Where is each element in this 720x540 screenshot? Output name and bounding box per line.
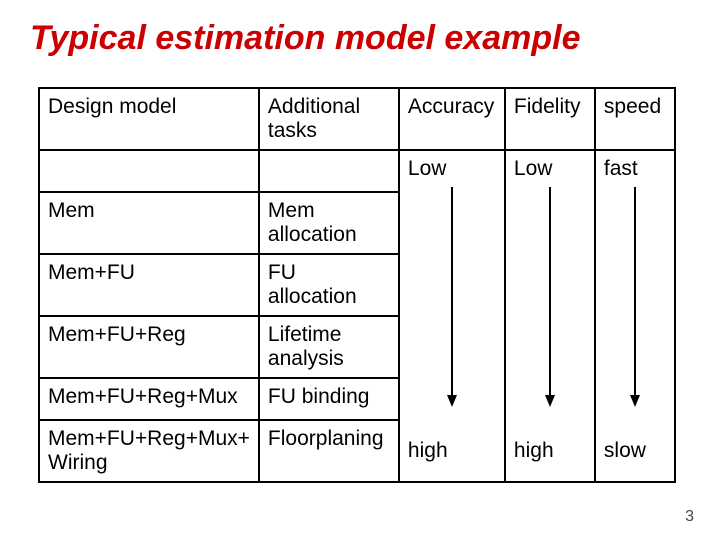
cell-task: FU allocation: [259, 254, 399, 316]
cell-model: [39, 150, 259, 192]
arrow-down-icon: [628, 187, 642, 407]
fidelity-bottom-label: high: [514, 439, 554, 463]
cell-task: Floorplaning: [259, 420, 399, 482]
accuracy-bottom-label: high: [408, 439, 448, 463]
cell-task: [259, 150, 399, 192]
table-row: Low high Low high fast: [39, 150, 675, 192]
header-design-model: Design model: [39, 88, 259, 150]
cell-task: Mem allocation: [259, 192, 399, 254]
table-header-row: Design model Additional tasks Accuracy F…: [39, 88, 675, 150]
cell-model: Mem+FU+Reg: [39, 316, 259, 378]
header-fidelity: Fidelity: [505, 88, 595, 150]
slide-title: Typical estimation model example: [30, 20, 690, 57]
cell-model: Mem+FU+Reg+Mux: [39, 378, 259, 420]
speed-scale-cell: fast slow: [595, 150, 675, 482]
cell-model: Mem: [39, 192, 259, 254]
cell-model: Mem+FU+Reg+Mux+ Wiring: [39, 420, 259, 482]
arrow-down-icon: [543, 187, 557, 407]
accuracy-scale-cell: Low high: [399, 150, 505, 482]
table-container: Design model Additional tasks Accuracy F…: [38, 87, 690, 483]
header-speed: speed: [595, 88, 675, 150]
fidelity-scale-cell: Low high: [505, 150, 595, 482]
header-accuracy: Accuracy: [399, 88, 505, 150]
estimation-table: Design model Additional tasks Accuracy F…: [38, 87, 676, 483]
speed-bottom-label: slow: [604, 439, 646, 463]
accuracy-top-label: Low: [408, 157, 447, 181]
cell-model: Mem+FU: [39, 254, 259, 316]
slide: Typical estimation model example Design …: [0, 0, 720, 540]
arrow-down-icon: [445, 187, 459, 407]
page-number: 3: [685, 508, 694, 526]
cell-task: FU binding: [259, 378, 399, 420]
cell-task: Lifetime analysis: [259, 316, 399, 378]
header-additional-tasks: Additional tasks: [259, 88, 399, 150]
fidelity-top-label: Low: [514, 157, 553, 181]
speed-top-label: fast: [604, 157, 638, 181]
